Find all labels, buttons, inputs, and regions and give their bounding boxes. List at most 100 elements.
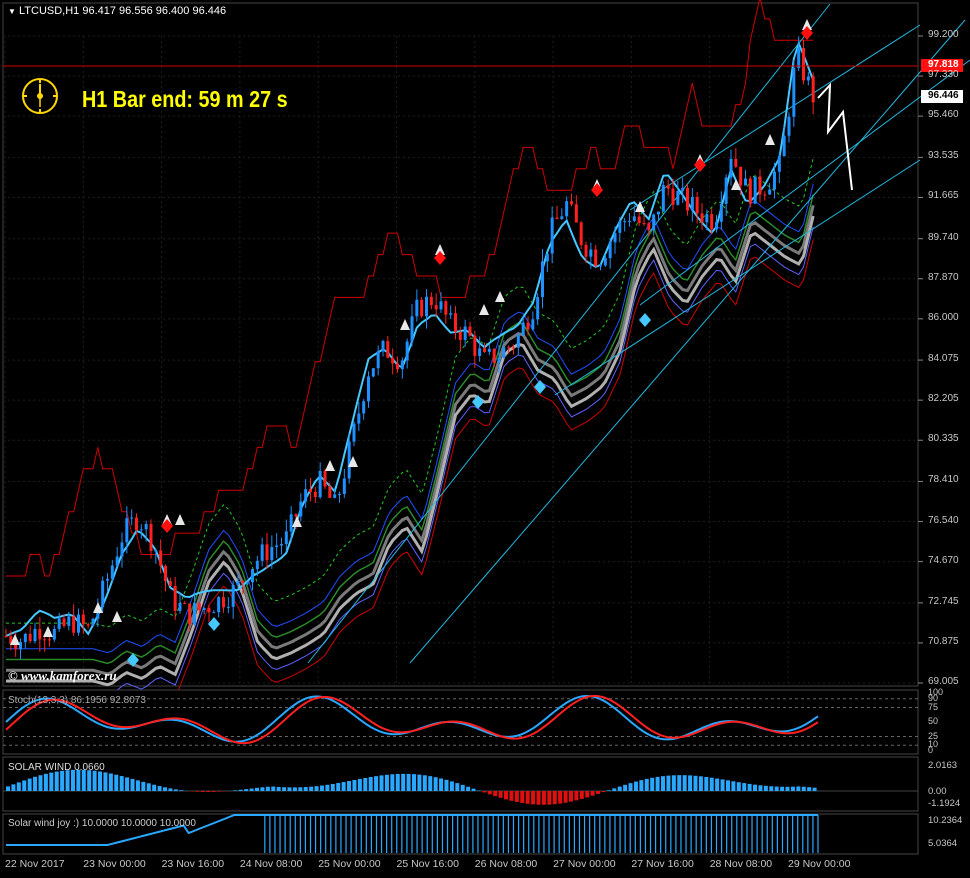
candle-body bbox=[710, 214, 714, 230]
ohlc-values: 96.417 96.556 96.400 96.446 bbox=[82, 5, 227, 17]
solar-bar bbox=[682, 775, 687, 791]
candle-body bbox=[159, 550, 163, 566]
solar-bar bbox=[65, 770, 70, 791]
solar-bar bbox=[482, 791, 487, 793]
candle-body bbox=[715, 221, 718, 230]
solar-bar bbox=[211, 791, 216, 792]
candle-body bbox=[492, 348, 496, 363]
solar-bar bbox=[368, 777, 373, 791]
candle-body bbox=[101, 580, 105, 608]
solar-bar bbox=[541, 791, 546, 805]
candle-body bbox=[48, 639, 51, 641]
solar-bar bbox=[390, 774, 395, 791]
stoch-level-label: 50 bbox=[928, 716, 939, 726]
candle-body bbox=[579, 222, 583, 246]
solar-bar bbox=[661, 776, 666, 791]
candle-body bbox=[381, 340, 385, 352]
candle-body bbox=[197, 603, 201, 610]
price-tick-label: 82.205 bbox=[928, 393, 959, 405]
candle-body bbox=[236, 581, 240, 585]
stoch-label: Stoch(13,3,3) 86.1956 92.8073 bbox=[8, 695, 146, 706]
candle-body bbox=[545, 253, 549, 262]
candle-body bbox=[521, 322, 525, 335]
solar-bar bbox=[249, 788, 254, 791]
candle-body bbox=[110, 565, 114, 579]
stoch-level-label: 75 bbox=[928, 701, 939, 712]
candle-body bbox=[38, 628, 42, 640]
candle-body bbox=[410, 316, 414, 342]
solar-bar bbox=[330, 783, 335, 791]
solar-bar bbox=[195, 791, 200, 792]
bar-timer-label: H1 Bar end: 59 m 27 s bbox=[82, 86, 288, 112]
candle-body bbox=[188, 603, 192, 625]
solar-bar bbox=[352, 779, 357, 791]
solar-bar bbox=[671, 775, 676, 791]
solar-bar bbox=[81, 769, 86, 791]
solar-bar bbox=[731, 781, 736, 791]
solar-bar bbox=[125, 777, 130, 791]
candle-body bbox=[729, 158, 733, 178]
solar-bar bbox=[265, 786, 270, 791]
candle-body bbox=[77, 614, 80, 633]
candle-body bbox=[81, 614, 85, 625]
solar-bar bbox=[92, 770, 97, 791]
candle-body bbox=[251, 569, 254, 583]
candle-body bbox=[57, 618, 61, 629]
price-tick-label: 99.200 bbox=[928, 29, 959, 40]
candle-body bbox=[280, 544, 283, 546]
solar-bar bbox=[725, 780, 730, 791]
solar-bar bbox=[612, 788, 617, 791]
candle-body bbox=[222, 597, 225, 608]
solar-bar bbox=[87, 770, 92, 791]
candle-body bbox=[478, 348, 482, 356]
solar-bar bbox=[260, 787, 265, 791]
candle-body bbox=[4, 635, 8, 637]
candle-body bbox=[574, 204, 578, 223]
solar-bar bbox=[401, 773, 406, 791]
solar-bar bbox=[325, 784, 330, 791]
solar-bar bbox=[98, 771, 103, 791]
candle-body bbox=[449, 313, 453, 315]
candle-body bbox=[396, 363, 399, 370]
candle-body bbox=[284, 531, 288, 545]
solar-bar bbox=[422, 775, 427, 791]
solar-bar bbox=[547, 791, 552, 805]
candle-body bbox=[623, 221, 627, 223]
candle-body bbox=[608, 242, 612, 259]
candle-body bbox=[497, 357, 501, 363]
candle-body bbox=[502, 347, 506, 358]
candle-body bbox=[454, 313, 457, 332]
candle-body bbox=[135, 517, 138, 530]
candle-body bbox=[473, 335, 477, 356]
solar-bar bbox=[715, 778, 720, 791]
price-tick-label: 74.670 bbox=[928, 554, 959, 566]
solar-bar bbox=[536, 791, 541, 805]
time-tick-label: 27 Nov 00:00 bbox=[553, 858, 616, 870]
candle-body bbox=[367, 376, 370, 402]
solar-bar bbox=[628, 783, 633, 791]
time-tick-label: 23 Nov 16:00 bbox=[161, 858, 225, 870]
candle-body bbox=[265, 544, 269, 561]
solar-joy-label: Solar wind joy :) 10.0000 10.0000 10.000… bbox=[8, 818, 196, 829]
solar-level-label: -1.1924 bbox=[928, 798, 961, 809]
candle-body bbox=[744, 178, 747, 186]
solar-bar bbox=[309, 786, 314, 791]
solar-bar bbox=[493, 791, 498, 797]
price-tick-label: 87.870 bbox=[928, 271, 959, 283]
candle-body bbox=[603, 258, 607, 266]
solar-wind-frame bbox=[2, 756, 919, 812]
candle-body bbox=[313, 491, 317, 498]
candle-body bbox=[806, 76, 810, 81]
solar-bar bbox=[807, 787, 812, 791]
candle-body bbox=[62, 618, 66, 626]
candle-body bbox=[376, 351, 380, 369]
joy-level-label: 10.2364 bbox=[928, 815, 963, 826]
price-tick-label: 72.745 bbox=[928, 595, 959, 607]
solar-bar bbox=[688, 775, 693, 791]
solar-bar bbox=[16, 782, 21, 791]
candle-body bbox=[787, 116, 791, 136]
current-price-tag-label: 96.446 bbox=[928, 90, 959, 101]
solar-bar bbox=[108, 773, 113, 791]
solar-bar bbox=[179, 790, 184, 791]
solar-bar bbox=[282, 787, 287, 791]
